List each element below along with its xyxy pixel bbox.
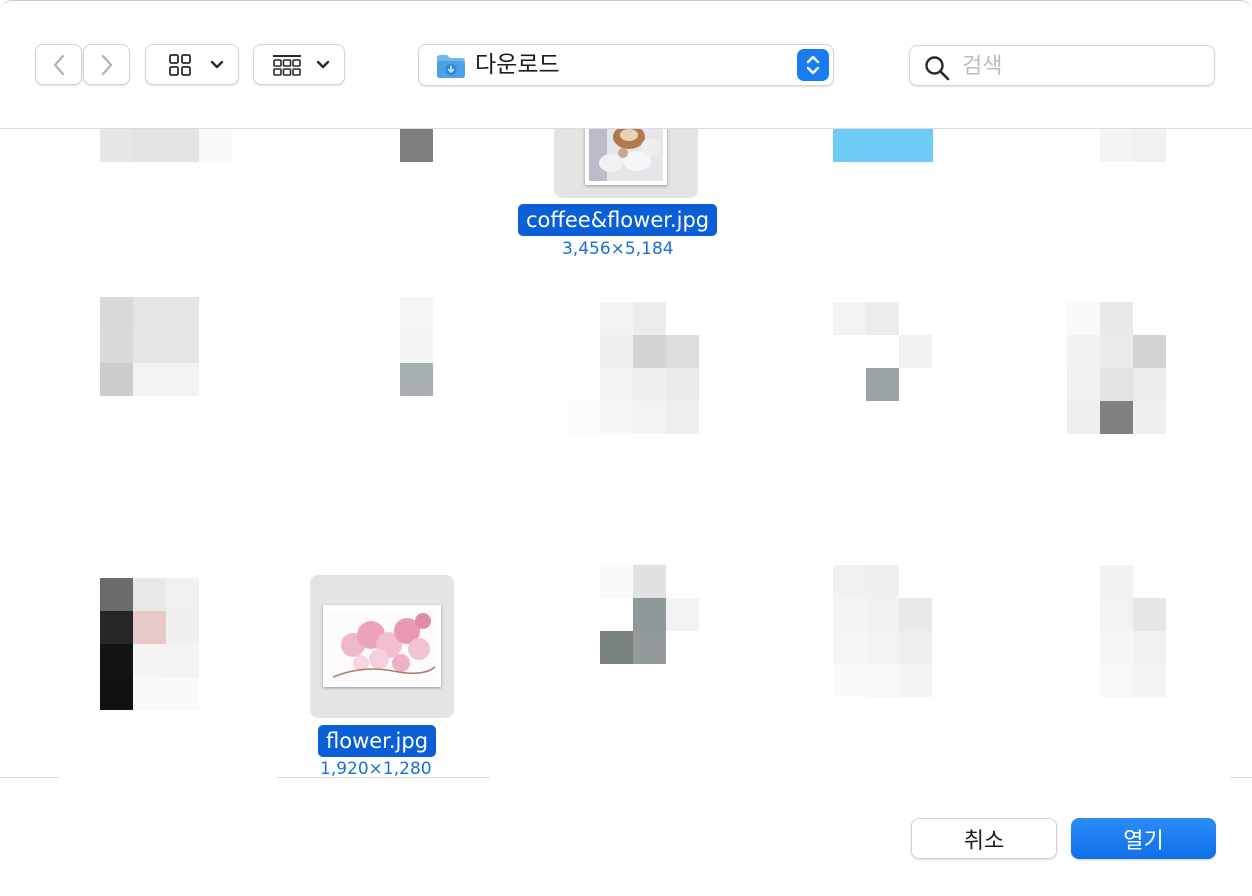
open-button[interactable]: 열기 bbox=[1071, 818, 1216, 859]
file-thumbnail[interactable] bbox=[100, 578, 199, 710]
flower-thumbnail bbox=[323, 605, 441, 687]
file-thumbnail[interactable] bbox=[400, 129, 433, 162]
search-input[interactable] bbox=[962, 49, 1202, 83]
icon-view-button[interactable] bbox=[145, 44, 239, 85]
file-thumbnail[interactable] bbox=[567, 302, 699, 434]
file-thumbnail[interactable] bbox=[600, 565, 699, 664]
file-thumbnail[interactable] bbox=[400, 297, 433, 396]
chevron-down-icon bbox=[210, 60, 224, 68]
file-name-label: coffee&flower.jpg bbox=[518, 204, 718, 236]
file-thumbnail[interactable] bbox=[833, 565, 932, 697]
file-thumbnail[interactable] bbox=[833, 302, 932, 401]
file-thumbnail[interactable] bbox=[100, 129, 232, 162]
up-down-chevron-icon bbox=[806, 55, 820, 75]
file-thumbnail[interactable] bbox=[1067, 302, 1166, 434]
chevron-left-icon bbox=[53, 54, 64, 75]
divider bbox=[1230, 777, 1252, 778]
location-popup[interactable]: 다운로드 bbox=[418, 44, 834, 86]
file-thumbnail[interactable] bbox=[833, 129, 933, 162]
forward-button[interactable] bbox=[83, 44, 130, 85]
file-name-label: flower.jpg bbox=[318, 725, 437, 757]
divider bbox=[0, 777, 60, 778]
file-thumbnail[interactable] bbox=[1100, 129, 1166, 162]
toolbar: 다운로드 bbox=[0, 1, 1252, 129]
grid-icon bbox=[169, 53, 191, 76]
file-grid[interactable]: coffee&flower.jpg 3,456×5,184 flower.jpg… bbox=[0, 129, 1252, 777]
back-button[interactable] bbox=[35, 44, 82, 85]
chevron-right-icon bbox=[101, 54, 112, 75]
gallery-icon bbox=[273, 54, 301, 76]
location-label: 다운로드 bbox=[475, 52, 560, 78]
open-file-dialog: 다운로드 검색 coffee&flower.jpg 3,456×5,184 fl… bbox=[0, 0, 1252, 896]
photo-image bbox=[589, 129, 663, 181]
divider bbox=[276, 777, 490, 778]
file-item-selected[interactable]: flower.jpg 1,920×1,280 bbox=[300, 575, 500, 777]
file-dimensions: 1,920×1,280 bbox=[320, 759, 432, 777]
downloads-folder-icon bbox=[437, 55, 465, 78]
file-thumbnail[interactable] bbox=[100, 297, 199, 396]
file-thumbnail[interactable] bbox=[1100, 565, 1166, 697]
file-item-selected[interactable]: coffee&flower.jpg 3,456×5,184 bbox=[518, 129, 732, 269]
cancel-button[interactable]: 취소 bbox=[911, 818, 1057, 859]
search-icon bbox=[925, 56, 950, 81]
photo-image bbox=[328, 610, 436, 682]
chevron-down-icon bbox=[316, 60, 330, 68]
gallery-view-button[interactable] bbox=[253, 44, 345, 85]
location-stepper[interactable] bbox=[797, 49, 829, 81]
coffee-flower-thumbnail bbox=[585, 129, 667, 185]
search-field[interactable] bbox=[909, 45, 1215, 86]
file-dimensions: 3,456×5,184 bbox=[562, 239, 674, 259]
dialog-footer bbox=[0, 777, 1252, 896]
